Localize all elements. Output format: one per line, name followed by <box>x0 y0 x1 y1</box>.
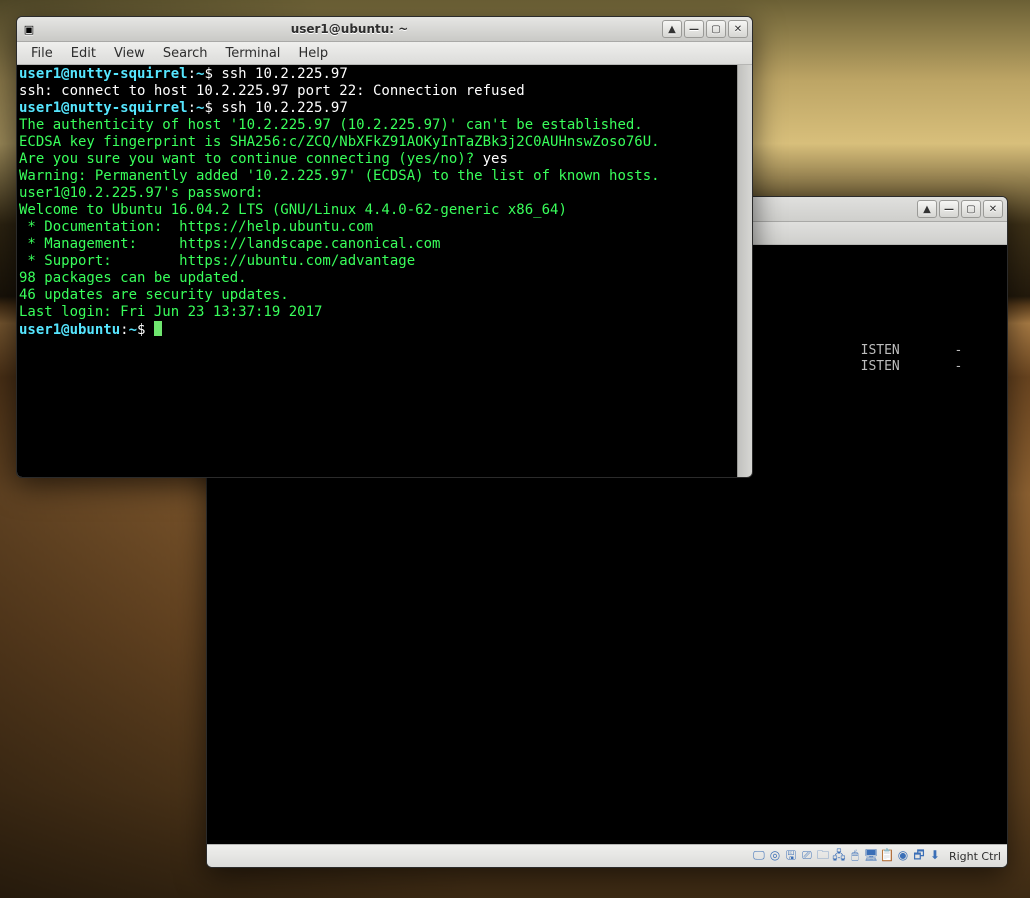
vm-icon[interactable]: 🗗 <box>911 849 927 865</box>
vm-hostkey-label: Right Ctrl <box>949 850 1001 863</box>
mouse-icon[interactable]: 🖱 <box>847 848 863 864</box>
terminal-line: Last login: Fri Jun 23 13:37:19 2017 <box>19 304 735 321</box>
folder-icon[interactable]: 🗀 <box>815 849 831 865</box>
terminal-output[interactable]: user1@nutty-squirrel:~$ ssh 10.2.225.97s… <box>17 65 737 477</box>
terminal-line: 46 updates are security updates. <box>19 287 735 304</box>
desktop-background: ◧ VM VirtualBox ▲ — ▢ ✕ FileMachineViewI… <box>0 0 1030 898</box>
terminal-scrollbar[interactable] <box>737 65 752 477</box>
terminal-line: 98 packages can be updated. <box>19 270 735 287</box>
terminal-line: Welcome to Ubuntu 16.04.2 LTS (GNU/Linux… <box>19 202 735 219</box>
terminal-line: The authenticity of host '10.2.225.97 (1… <box>19 117 735 134</box>
terminal-menu-file[interactable]: File <box>23 45 61 62</box>
terminal-line: user1@ubuntu:~$ <box>19 321 735 339</box>
terminal-line: * Documentation: https://help.ubuntu.com <box>19 219 735 236</box>
terminal-line: Warning: Permanently added '10.2.225.97'… <box>19 168 735 185</box>
terminal-titlebar[interactable]: ▣ user1@ubuntu: ~ ▲ — ▢ ✕ <box>17 17 752 42</box>
usb-icon[interactable]: ⎚ <box>799 848 815 864</box>
monitor-icon[interactable]: 🖥 <box>863 847 879 863</box>
clipboard-icon[interactable]: 📋 <box>879 847 895 863</box>
cursor <box>154 321 162 336</box>
vm-up-button[interactable]: ▲ <box>917 200 937 218</box>
network-icon[interactable]: 🖧 <box>831 849 847 865</box>
terminal-window[interactable]: ▣ user1@ubuntu: ~ ▲ — ▢ ✕ FileEditViewSe… <box>16 16 753 478</box>
terminal-line: user1@10.2.225.97's password: <box>19 185 735 202</box>
hostkey-icon[interactable]: ⬇ <box>927 847 943 863</box>
vm-statusbar: 🖵◎🖫⎚🗀🖧🖱🖥📋◉🗗⬇ Right Ctrl <box>207 844 1007 867</box>
record-icon[interactable]: ◉ <box>895 847 911 863</box>
terminal-menu-search[interactable]: Search <box>155 45 216 62</box>
display-icon[interactable]: 🖵 <box>751 848 767 864</box>
terminal-line: user1@nutty-squirrel:~$ ssh 10.2.225.97 <box>19 100 735 117</box>
terminal-line: user1@nutty-squirrel:~$ ssh 10.2.225.97 <box>19 66 735 83</box>
terminal-up-button[interactable]: ▲ <box>662 20 682 38</box>
vm-close-button[interactable]: ✕ <box>983 200 1003 218</box>
terminal-line: * Management: https://landscape.canonica… <box>19 236 735 253</box>
terminal-menubar[interactable]: FileEditViewSearchTerminalHelp <box>17 42 752 65</box>
terminal-line: ECDSA key fingerprint is SHA256:c/ZCQ/Nb… <box>19 134 735 151</box>
cd-icon[interactable]: ◎ <box>767 847 783 863</box>
terminal-menu-help[interactable]: Help <box>290 45 336 62</box>
terminal-title: user1@ubuntu: ~ <box>43 22 656 36</box>
terminal-menu-view[interactable]: View <box>106 45 153 62</box>
terminal-line: ssh: connect to host 10.2.225.97 port 22… <box>19 83 735 100</box>
floppy-icon[interactable]: 🖫 <box>783 849 799 865</box>
terminal-minimize-button[interactable]: — <box>684 20 704 38</box>
vm-maximize-button[interactable]: ▢ <box>961 200 981 218</box>
terminal-menu-edit[interactable]: Edit <box>63 45 104 62</box>
terminal-menu-terminal[interactable]: Terminal <box>217 45 288 62</box>
terminal-maximize-button[interactable]: ▢ <box>706 20 726 38</box>
terminal-app-icon: ▣ <box>21 21 37 37</box>
terminal-close-button[interactable]: ✕ <box>728 20 748 38</box>
terminal-line: * Support: https://ubuntu.com/advantage <box>19 253 735 270</box>
terminal-line: Are you sure you want to continue connec… <box>19 151 735 168</box>
vm-minimize-button[interactable]: — <box>939 200 959 218</box>
